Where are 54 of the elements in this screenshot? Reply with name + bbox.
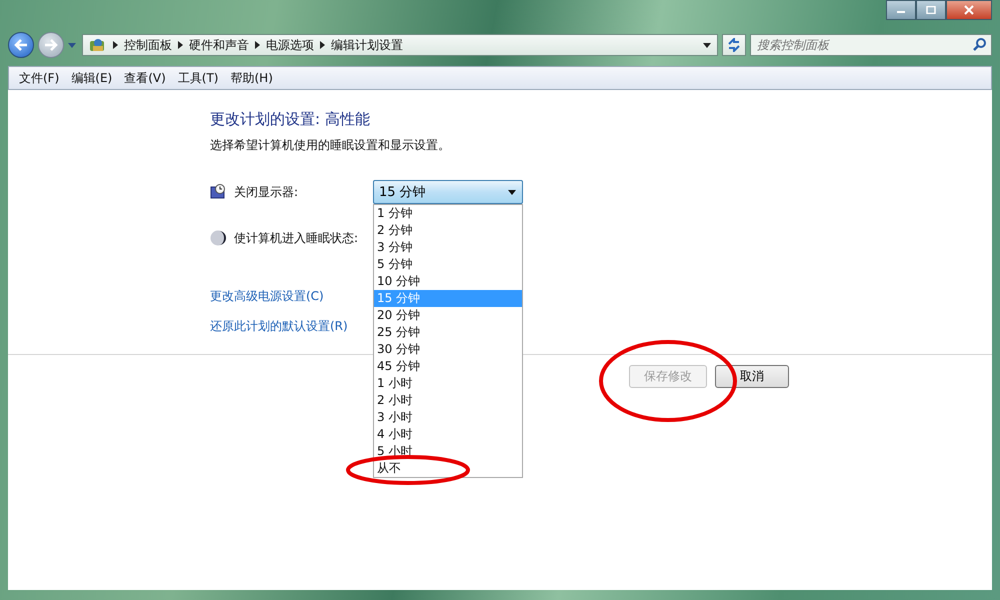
dropdown-option[interactable]: 5 分钟 — [374, 256, 522, 273]
dropdown-option[interactable]: 20 分钟 — [374, 307, 522, 324]
breadcrumb[interactable]: 编辑计划设置 — [331, 36, 403, 54]
arrow-right-icon — [44, 39, 58, 51]
setting-label: 使计算机进入睡眠状态: — [234, 230, 360, 246]
menu-item[interactable]: 帮助(H) — [224, 70, 279, 86]
arrow-left-icon — [14, 39, 28, 51]
menu-item[interactable]: 工具(T) — [172, 70, 224, 86]
link[interactable]: 还原此计划的默认设置(R) — [210, 318, 348, 335]
dropdown-option[interactable]: 1 分钟 — [374, 205, 522, 222]
dropdown-option[interactable]: 1 小时 — [374, 375, 522, 392]
menu-item[interactable]: 查看(V) — [118, 70, 172, 86]
menu-item[interactable]: 文件(F) — [13, 70, 66, 86]
description-text: 选择希望计算机使用的睡眠设置和显示设置。 — [210, 137, 451, 154]
dropdown-option[interactable]: 3 分钟 — [374, 239, 522, 256]
dropdown-option[interactable]: 2 分钟 — [374, 222, 522, 239]
maximize-icon — [926, 6, 936, 14]
moon-icon — [210, 230, 226, 246]
address-bar[interactable]: 控制面板 硬件和声音 电源选项 编辑计划设置 — [82, 34, 718, 56]
link[interactable]: 更改高级电源设置(C) — [210, 288, 324, 305]
dialog-button[interactable]: 取消 — [715, 365, 789, 388]
dropdown-option[interactable]: 30 分钟 — [374, 341, 522, 358]
minimize-button[interactable] — [886, 0, 916, 20]
search-icon — [973, 38, 986, 51]
dropdown-option[interactable]: 25 分钟 — [374, 324, 522, 341]
back-button[interactable] — [8, 32, 34, 58]
setting-label: 关闭显示器: — [234, 184, 300, 200]
dropdown[interactable]: 15 分钟 — [373, 180, 523, 204]
dropdown-option[interactable]: 10 分钟 — [374, 273, 522, 290]
close-button[interactable] — [946, 0, 992, 20]
chevron-icon — [178, 41, 183, 49]
forward-button[interactable] — [38, 32, 64, 58]
page-heading: 更改计划的设置: 高性能 — [210, 110, 371, 129]
breadcrumb[interactable]: 电源选项 — [266, 36, 314, 54]
dropdown-option[interactable]: 45 分钟 — [374, 358, 522, 375]
dropdown-option[interactable]: 4 小时 — [374, 426, 522, 443]
refresh-icon — [726, 38, 742, 52]
dropdown-option[interactable]: 3 小时 — [374, 409, 522, 426]
chevron-icon — [320, 41, 325, 49]
menu-item[interactable]: 编辑(E) — [65, 70, 118, 86]
caret-icon — [508, 190, 516, 194]
search-field[interactable]: 搜索控制面板 — [750, 34, 992, 56]
close-icon — [963, 5, 975, 15]
refresh-button[interactable] — [722, 34, 746, 56]
caret-icon[interactable] — [703, 42, 711, 48]
breadcrumb[interactable]: 控制面板 — [124, 36, 172, 54]
control-panel-icon — [89, 37, 107, 53]
maximize-button[interactable] — [916, 0, 946, 20]
chevron-icon — [113, 41, 118, 49]
chevron-icon — [255, 41, 260, 49]
monitor-clock-icon — [210, 184, 226, 200]
breadcrumb[interactable]: 硬件和声音 — [189, 36, 249, 54]
dropdown-option[interactable]: 从不 — [374, 460, 522, 477]
dropdown-option[interactable]: 2 小时 — [374, 392, 522, 409]
